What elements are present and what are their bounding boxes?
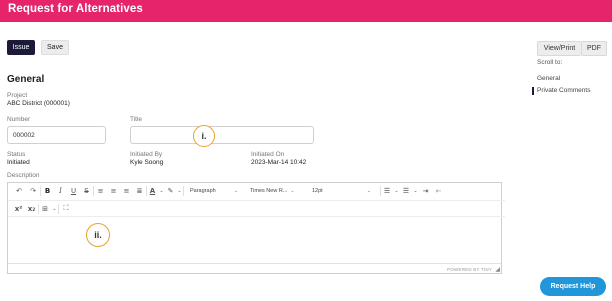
issue-button[interactable]: Issue bbox=[7, 40, 35, 55]
scroll-to-private-comments-link[interactable]: Private Comments bbox=[532, 87, 590, 95]
indent-icon[interactable]: ⇥ bbox=[419, 187, 432, 195]
align-justify-icon[interactable]: ≣ bbox=[133, 187, 146, 195]
request-help-button[interactable]: Request Help bbox=[540, 277, 606, 296]
subscript-icon[interactable]: x₂ bbox=[25, 205, 38, 213]
bullet-list-chevron-icon[interactable]: ⌄ bbox=[393, 188, 400, 194]
number-input-value: 000002 bbox=[13, 131, 35, 139]
save-button[interactable]: Save bbox=[41, 40, 69, 55]
project-value: ABC District (000001) bbox=[7, 100, 70, 107]
view-print-button[interactable]: View/Print bbox=[537, 41, 581, 56]
highlight-chevron-icon[interactable]: ⌄ bbox=[176, 188, 183, 194]
font-family-dropdown[interactable]: Times New R... ⌄ bbox=[248, 188, 310, 194]
status-label: Status bbox=[7, 151, 26, 158]
numbered-list-icon[interactable]: ☰ bbox=[400, 187, 412, 195]
callout-marker-ii: ii. bbox=[86, 223, 110, 247]
italic-icon[interactable]: I bbox=[54, 187, 67, 195]
chevron-down-icon: ⌄ bbox=[290, 188, 295, 194]
font-size-dropdown[interactable]: 12pt ⌄ bbox=[310, 188, 380, 194]
font-family-value: Times New R... bbox=[250, 188, 288, 194]
section-title-general: General bbox=[7, 74, 45, 85]
scroll-to-label: Scroll to: bbox=[537, 59, 563, 66]
font-size-value: 12pt bbox=[312, 188, 323, 194]
editor-content-area[interactable] bbox=[8, 216, 501, 264]
number-label: Number bbox=[7, 116, 31, 123]
pdf-button[interactable]: PDF bbox=[581, 41, 607, 56]
export-button-group: View/Print PDF bbox=[537, 41, 607, 56]
status-value: Initiated bbox=[7, 159, 30, 166]
outdent-icon[interactable]: ⇤ bbox=[432, 187, 445, 195]
text-color-chevron-icon[interactable]: ⌄ bbox=[158, 188, 165, 194]
powered-by-tiny-link[interactable]: POWERED BY TINY bbox=[447, 267, 492, 272]
paragraph-format-value: Paragraph bbox=[190, 188, 216, 194]
numbered-list-chevron-icon[interactable]: ⌄ bbox=[412, 188, 419, 194]
bullet-list-icon[interactable]: ☰ bbox=[381, 187, 393, 195]
bold-icon[interactable]: B bbox=[41, 187, 54, 195]
callout-marker-i: i. bbox=[193, 125, 215, 147]
description-label: Description bbox=[7, 172, 40, 179]
editor-toolbar-row-2: x² x₂ ⊞ ⌄ ⛶ bbox=[8, 200, 505, 217]
number-input[interactable]: 000002 bbox=[7, 126, 106, 144]
align-center-icon[interactable]: ≡ bbox=[107, 187, 120, 195]
strikethrough-icon[interactable]: S bbox=[80, 187, 93, 195]
editor-toolbar-row-1: ↶ ↷ B I U S ≡ ≡ ≡ ≣ A ⌄ ✎ ⌄ Paragraph ⌄ … bbox=[12, 184, 445, 198]
initiated-by-value: Kyle Soong bbox=[130, 159, 164, 166]
text-color-icon[interactable]: A bbox=[147, 187, 158, 195]
superscript-icon[interactable]: x² bbox=[12, 205, 25, 213]
title-input[interactable] bbox=[130, 126, 314, 144]
chevron-down-icon: ⌄ bbox=[233, 188, 238, 194]
initiated-by-label: Initiated By bbox=[130, 151, 163, 158]
page-title: Request for Alternatives bbox=[8, 3, 143, 15]
underline-icon[interactable]: U bbox=[67, 187, 80, 195]
title-label: Title bbox=[130, 116, 143, 123]
chevron-down-icon: ⌄ bbox=[366, 188, 371, 194]
redo-icon[interactable]: ↷ bbox=[26, 187, 40, 195]
initiated-on-label: Initiated On bbox=[251, 151, 285, 158]
fullscreen-icon[interactable]: ⛶ bbox=[59, 204, 73, 213]
project-label: Project bbox=[7, 92, 28, 99]
initiated-on-value: 2023-Mar-14 10:42 bbox=[251, 159, 307, 166]
resize-handle-icon[interactable]: ◢ bbox=[495, 266, 500, 273]
table-icon[interactable]: ⊞ bbox=[39, 205, 51, 213]
table-chevron-icon[interactable]: ⌄ bbox=[51, 206, 58, 212]
undo-icon[interactable]: ↶ bbox=[12, 187, 26, 195]
description-editor: ↶ ↷ B I U S ≡ ≡ ≡ ≣ A ⌄ ✎ ⌄ Paragraph ⌄ … bbox=[7, 182, 505, 274]
align-left-icon[interactable]: ≡ bbox=[94, 187, 107, 195]
scroll-to-general-link[interactable]: General bbox=[537, 75, 560, 82]
paragraph-format-dropdown[interactable]: Paragraph ⌄ bbox=[184, 188, 248, 194]
align-right-icon[interactable]: ≡ bbox=[120, 187, 133, 195]
highlight-color-icon[interactable]: ✎ bbox=[165, 187, 176, 195]
editor-status-bar: POWERED BY TINY ◢ bbox=[8, 263, 501, 273]
